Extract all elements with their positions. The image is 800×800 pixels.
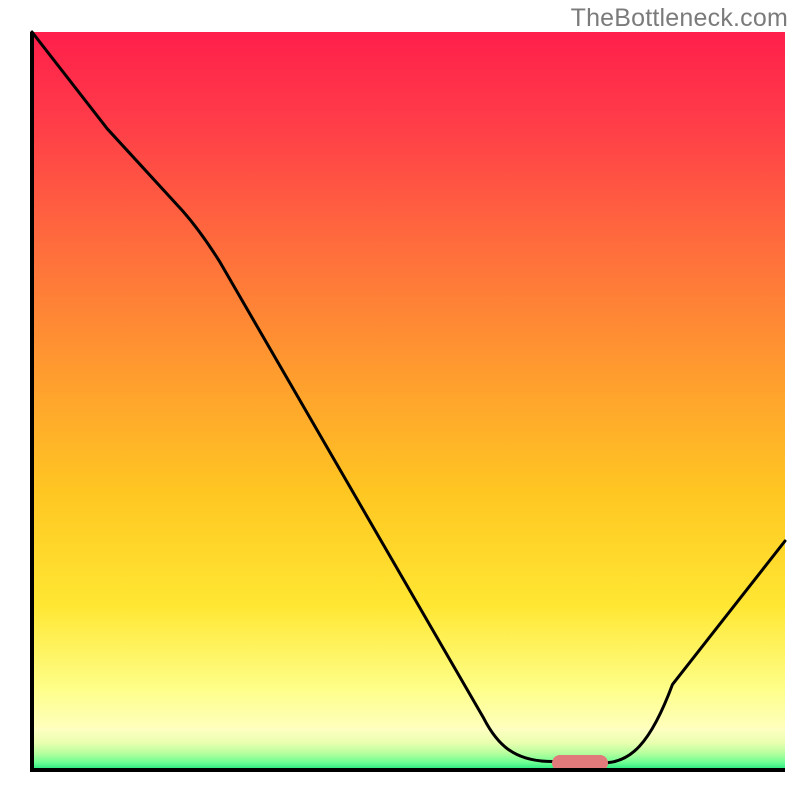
gradient-area-warm (32, 32, 785, 732)
gradient-area-base (32, 728, 785, 770)
bottleneck-curve-chart (0, 0, 800, 800)
watermark-text: TheBottleneck.com (571, 4, 788, 33)
chart-container: TheBottleneck.com (0, 0, 800, 800)
